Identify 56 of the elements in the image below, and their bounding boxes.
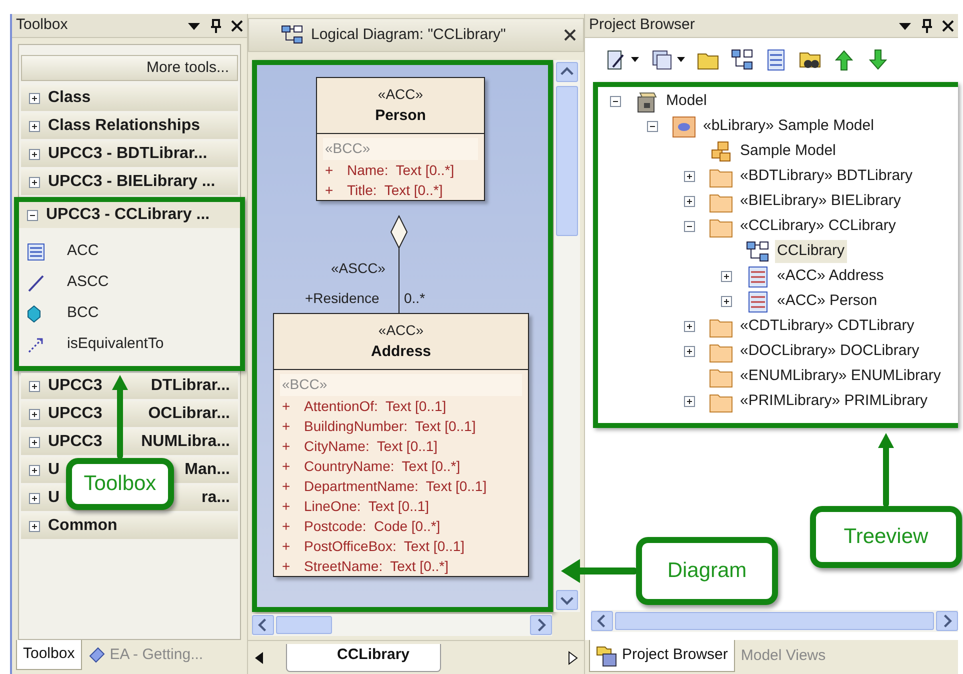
visibility-mark: + — [281, 516, 292, 536]
multiplicity-label: 0..* — [404, 289, 426, 308]
visibility-mark: + — [281, 556, 292, 576]
attribute-stereotype: «BCC» — [280, 374, 522, 396]
group-label: U — [48, 460, 60, 480]
tool-label: isEquivalentTo — [67, 334, 164, 354]
visibility-mark: + — [281, 536, 292, 556]
group-label: UPCC3 — [48, 376, 102, 396]
attribute-text: Postcode: Code [0..*] — [304, 516, 440, 536]
panel-title: Toolbox — [16, 15, 69, 36]
visibility-mark: + — [281, 496, 292, 516]
class-name: Address — [370, 342, 432, 362]
role-label: +Residence — [305, 289, 380, 308]
visibility-mark: + — [281, 456, 292, 476]
panel-title: Project Browser — [589, 15, 696, 36]
group-label: UPCC3 — [48, 432, 102, 452]
callout-tooltip: Treeview — [810, 432, 962, 568]
attribute-text: BuildingNumber: Text [0..1] — [304, 416, 476, 436]
group-label: UPCC3 - BIELibrary ... — [48, 172, 216, 192]
attribute-text: Title: Text [0..*] — [347, 180, 443, 200]
visibility-mark: + — [281, 476, 292, 496]
diagram-title: Logical Diagram: "CCLibrary" — [311, 24, 507, 45]
group-label: OCLibrar... — [148, 404, 230, 424]
attribute-text: AttentionOf: Text [0..1] — [304, 396, 446, 416]
group-label: U — [48, 488, 60, 508]
tool-label: ASCC — [67, 272, 109, 292]
attribute-text: Name: Text [0..*] — [347, 160, 454, 180]
visibility-mark: + — [281, 436, 292, 456]
attribute-text: PostOfficeBox: Text [0..1] — [304, 536, 465, 556]
visibility-mark: + — [324, 180, 334, 200]
visibility-mark: + — [281, 396, 292, 416]
group-label: Class — [48, 88, 91, 108]
class-name: Person — [375, 106, 426, 126]
group-label: DTLibrar... — [150, 376, 230, 396]
association-stereotype: «ASCC» — [331, 259, 386, 278]
group-label: UPCC3 - BDTLibrar... — [48, 144, 208, 164]
group-label: Class Relationships — [48, 116, 200, 136]
callout-tooltip: Diagram — [560, 537, 778, 605]
attribute-text: DepartmentName: Text [0..1] — [304, 476, 487, 496]
attribute-text: CountryName: Text [0..*] — [304, 456, 460, 476]
group-label: UPCC3 - CCLibrary ... — [46, 205, 210, 225]
visibility-mark: + — [281, 416, 292, 436]
attribute-text: StreetName: Text [0..*] — [304, 556, 448, 576]
attribute-text: LineOne: Text [0..1] — [304, 496, 430, 516]
group-label: Man... — [184, 460, 230, 480]
tool-label: ACC — [67, 241, 99, 262]
class-stereotype: «ACC» — [378, 320, 424, 340]
group-label: ra... — [202, 488, 230, 508]
group-label: UPCC3 — [48, 404, 102, 424]
group-label: Common — [48, 516, 118, 536]
class-stereotype: «ACC» — [378, 84, 424, 104]
tool-label: BCC — [67, 303, 99, 324]
group-label: NUMLibra... — [141, 432, 230, 452]
visibility-mark: + — [324, 160, 334, 180]
attribute-text: CityName: Text [0..1] — [304, 436, 438, 456]
attribute-stereotype: «BCC» — [323, 138, 478, 160]
